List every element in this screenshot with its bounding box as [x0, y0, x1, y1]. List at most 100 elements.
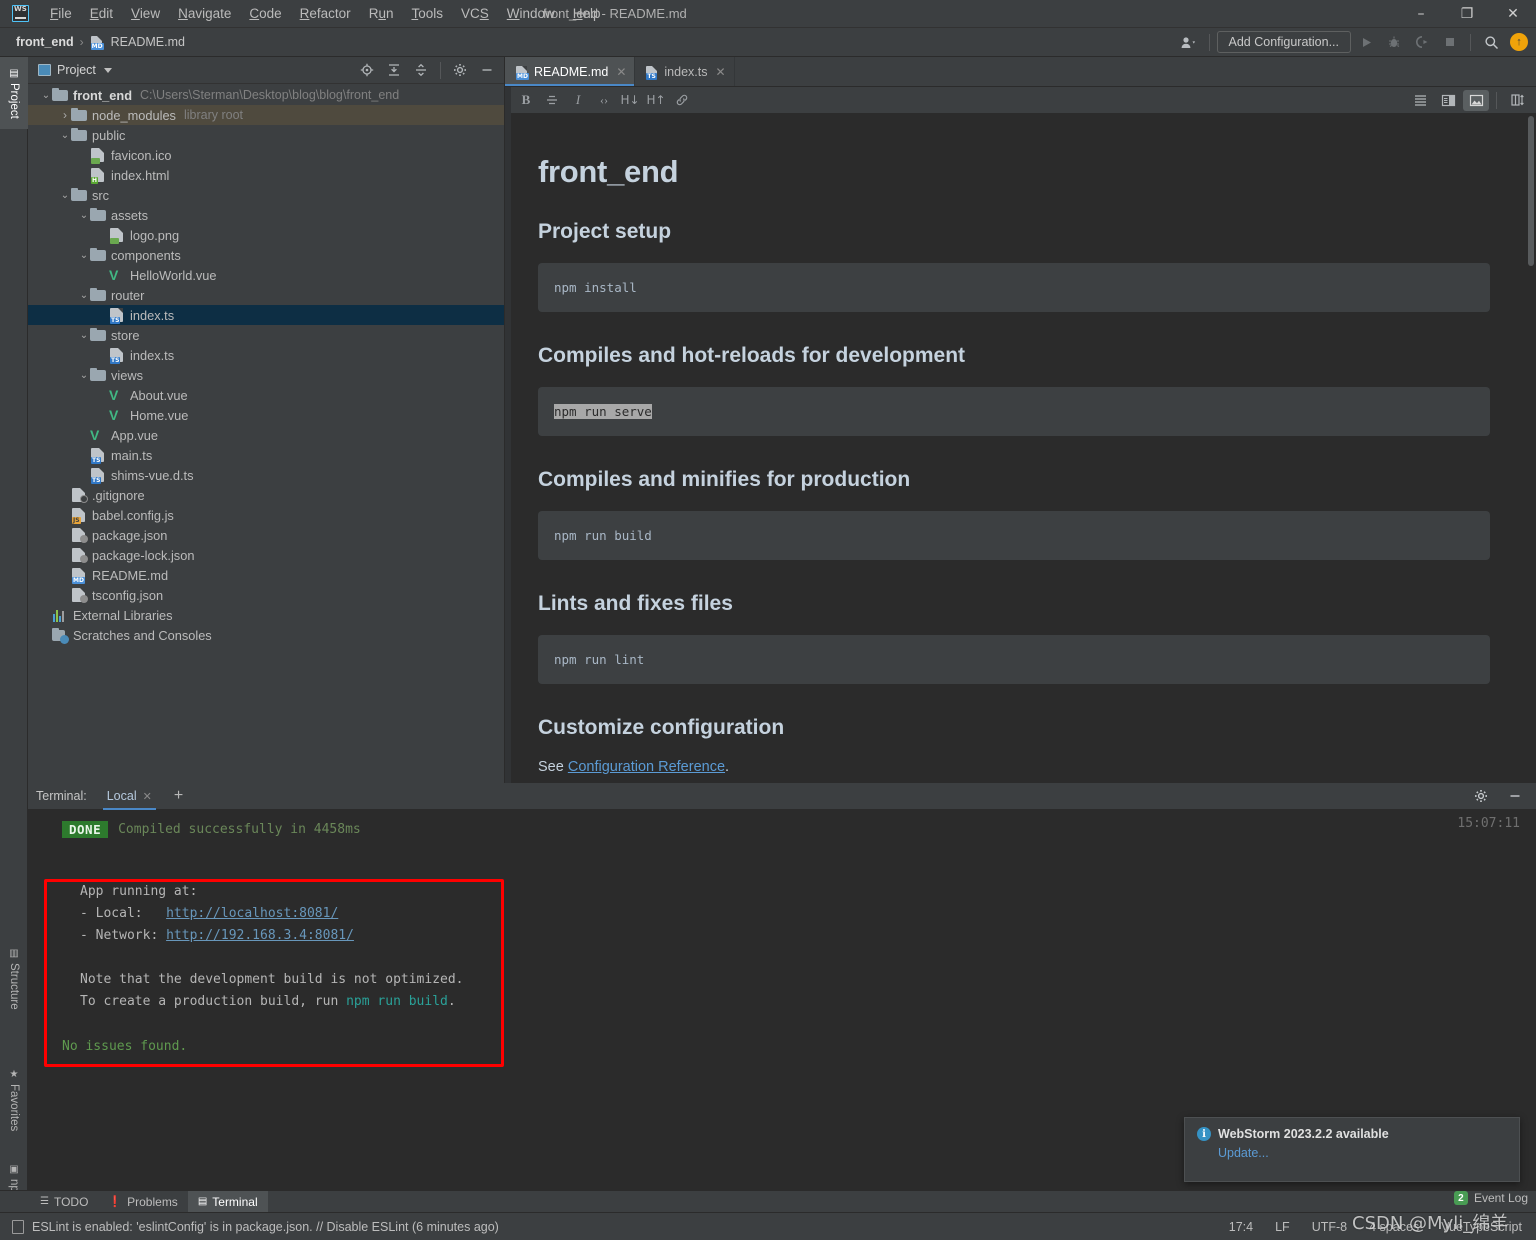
project-tree[interactable]: ⌄ front_end C:\Users\Sterman\Desktop\blog\… — [28, 84, 504, 783]
breadcrumb-file[interactable]: README.md — [111, 35, 185, 49]
collapse-all-icon[interactable] — [408, 59, 434, 81]
tree-node-public[interactable]: ⌄ public — [28, 125, 504, 145]
strikethrough-icon[interactable] — [539, 90, 565, 111]
tree-node-index-ts[interactable]: TS index.ts — [28, 305, 504, 325]
caret-position[interactable]: 17:4 — [1229, 1220, 1253, 1234]
menu-tools[interactable]: Tools — [402, 3, 452, 24]
tree-disclosure-icon[interactable]: ⌄ — [59, 130, 71, 141]
tree-node-scratches-and-consoles[interactable]: Scratches and Consoles — [28, 625, 504, 645]
tree-node-router[interactable]: ⌄ router — [28, 285, 504, 305]
tree-node-assets[interactable]: ⌄ assets — [28, 205, 504, 225]
tool-tab-project[interactable]: ▤ Project — [0, 57, 28, 129]
run-icon[interactable] — [1353, 31, 1379, 53]
tree-node-external-libraries[interactable]: External Libraries — [28, 605, 504, 625]
tree-disclosure-icon[interactable]: ⌄ — [40, 90, 52, 101]
tree-node-front-end[interactable]: ⌄ front_end C:\Users\Sterman\Desktop\blog\… — [28, 85, 504, 105]
tree-node-index-ts[interactable]: TS index.ts — [28, 345, 504, 365]
heading-down-icon[interactable]: H↓ — [617, 90, 643, 111]
heading-up-icon[interactable]: H↑ — [643, 90, 669, 111]
minimize-button[interactable]: – — [1398, 0, 1444, 28]
code-icon[interactable]: ‹› — [591, 90, 617, 111]
close-icon[interactable]: ✕ — [143, 790, 152, 803]
gear-icon[interactable] — [447, 59, 473, 81]
local-url-link[interactable]: http://localhost:8081/ — [166, 906, 338, 921]
stop-icon[interactable] — [1437, 31, 1463, 53]
event-log-label[interactable]: Event Log — [1474, 1191, 1528, 1205]
preview-only-icon[interactable] — [1463, 89, 1489, 111]
menu-view[interactable]: View — [122, 3, 169, 24]
editor-only-icon[interactable] — [1407, 90, 1433, 111]
tree-node-package-json[interactable]: package.json — [28, 525, 504, 545]
menu-edit[interactable]: Edit — [81, 3, 122, 24]
notification-update-link[interactable]: Update... — [1218, 1146, 1519, 1160]
close-button[interactable]: ✕ — [1490, 0, 1536, 28]
tool-tab-favorites[interactable]: ★ Favorites — [0, 1057, 28, 1143]
configuration-reference-link[interactable]: Configuration Reference — [568, 759, 725, 775]
breadcrumb-project[interactable]: front_end — [16, 35, 74, 49]
menu-run[interactable]: Run — [360, 3, 403, 24]
tool-tab-structure[interactable]: ▥ Structure — [0, 937, 28, 1021]
preview-scrollbar[interactable] — [1528, 116, 1534, 266]
tree-node-node-modules[interactable]: › node_modules library root — [28, 105, 504, 125]
bold-icon[interactable]: B — [513, 90, 539, 111]
tree-node-package-lock-json[interactable]: package-lock.json — [28, 545, 504, 565]
locate-file-icon[interactable] — [354, 59, 380, 81]
tree-disclosure-icon[interactable]: ⌄ — [78, 370, 90, 381]
run-with-coverage-icon[interactable] — [1409, 31, 1435, 53]
tree-node-views[interactable]: ⌄ views — [28, 365, 504, 385]
preview-code-block[interactable]: npm run serve — [538, 387, 1490, 436]
indent-setting[interactable]: 4 spaces — [1369, 1220, 1419, 1234]
file-encoding[interactable]: UTF-8 — [1312, 1220, 1347, 1234]
tree-node-babel-config-js[interactable]: JS babel.config.js — [28, 505, 504, 525]
auto-scroll-preview-icon[interactable] — [1504, 90, 1530, 111]
tree-node-main-ts[interactable]: TS main.ts — [28, 445, 504, 465]
tree-disclosure-icon[interactable]: ⌄ — [78, 290, 90, 301]
bottom-tab-todo[interactable]: ☰ TODO — [30, 1191, 98, 1212]
search-icon[interactable] — [1478, 31, 1504, 53]
editor-tab-readme[interactable]: MD README.md ✕ — [505, 57, 636, 86]
tree-node-store[interactable]: ⌄ store — [28, 325, 504, 345]
italic-icon[interactable]: I — [565, 90, 591, 111]
markdown-preview[interactable]: front_end Project setup npm install Comp… — [505, 114, 1536, 783]
tree-node-readme-md[interactable]: MD README.md — [28, 565, 504, 585]
debug-icon[interactable] — [1381, 31, 1407, 53]
tree-disclosure-icon[interactable]: ⌄ — [78, 250, 90, 261]
tree-node-components[interactable]: ⌄ components — [28, 245, 504, 265]
update-available-icon[interactable]: ↑ — [1510, 33, 1528, 51]
bottom-tab-terminal[interactable]: ▤ Terminal — [187, 1191, 268, 1212]
menu-refactor[interactable]: Refactor — [291, 3, 360, 24]
notification-popup[interactable]: i WebStorm 2023.2.2 available Update... — [1184, 1117, 1520, 1182]
gear-icon[interactable] — [1468, 785, 1494, 807]
tree-disclosure-icon[interactable]: ⌄ — [59, 190, 71, 201]
network-url-link[interactable]: http://192.168.3.4:8081/ — [166, 928, 354, 943]
preview-code-block[interactable]: npm run lint — [538, 635, 1490, 684]
terminal-tab-local[interactable]: Local ✕ — [102, 783, 156, 810]
tree-node-app-vue[interactable]: V App.vue — [28, 425, 504, 445]
add-configuration-button[interactable]: Add Configuration... — [1216, 31, 1351, 53]
preview-code-block[interactable]: npm install — [538, 263, 1490, 312]
tree-disclosure-icon[interactable]: ⌄ — [78, 210, 90, 221]
new-terminal-tab-button[interactable]: + — [174, 787, 183, 805]
preview-code-block[interactable]: npm run build — [538, 511, 1490, 560]
tree-node-index-html[interactable]: Hindex.html — [28, 165, 504, 185]
tree-disclosure-icon[interactable]: ⌄ — [78, 330, 90, 341]
tree-node-favicon-ico[interactable]: favicon.ico — [28, 145, 504, 165]
language-indicator[interactable]: VueTypeScript — [1441, 1220, 1522, 1234]
tree-node-logo-png[interactable]: logo.png — [28, 225, 504, 245]
menu-vcs[interactable]: VCS — [452, 3, 498, 24]
line-separator[interactable]: LF — [1275, 1220, 1290, 1234]
maximize-button[interactable]: ❐ — [1444, 0, 1490, 28]
tree-node-home-vue[interactable]: V Home.vue — [28, 405, 504, 425]
tree-disclosure-icon[interactable]: › — [59, 108, 71, 122]
expand-all-icon[interactable] — [381, 59, 407, 81]
menu-navigate[interactable]: Navigate — [169, 3, 240, 24]
project-panel-title[interactable]: Project — [38, 63, 112, 77]
tree-node-tsconfig-json[interactable]: tsconfig.json — [28, 585, 504, 605]
tree-node-about-vue[interactable]: V About.vue — [28, 385, 504, 405]
menu-code[interactable]: Code — [240, 3, 290, 24]
tree-node-src[interactable]: ⌄ src — [28, 185, 504, 205]
tree-node-shims-vue-d-ts[interactable]: TS shims-vue.d.ts — [28, 465, 504, 485]
link-icon[interactable] — [669, 90, 695, 111]
hide-panel-icon[interactable] — [1502, 785, 1528, 807]
hide-panel-icon[interactable] — [474, 59, 500, 81]
